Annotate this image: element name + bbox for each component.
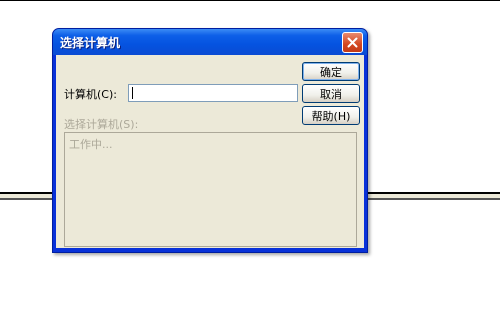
close-icon <box>347 37 358 48</box>
background-top-line <box>0 0 500 1</box>
help-button[interactable]: 帮助(H) <box>302 106 360 125</box>
dialog-client-area: 计算机(C): 确定 取消 帮助(H) 选择计算机(S): 工作中... <box>56 55 364 248</box>
dialog-title: 选择计算机 <box>60 36 121 50</box>
title-bar[interactable]: 选择计算机 <box>53 29 367 55</box>
computer-input[interactable] <box>128 84 298 102</box>
ok-button[interactable]: 确定 <box>302 62 360 81</box>
list-status-text: 工作中... <box>69 138 113 151</box>
computer-list[interactable]: 工作中... <box>64 132 357 247</box>
computer-label: 计算机(C): <box>64 88 117 101</box>
cancel-button[interactable]: 取消 <box>302 84 360 103</box>
close-button[interactable] <box>342 32 363 53</box>
select-computer-label: 选择计算机(S): <box>64 118 139 131</box>
select-computer-dialog: 选择计算机 计算机(C): 确定 取消 帮助(H) 选择计算机(S): 工作中.… <box>52 28 368 253</box>
text-caret <box>132 87 133 99</box>
